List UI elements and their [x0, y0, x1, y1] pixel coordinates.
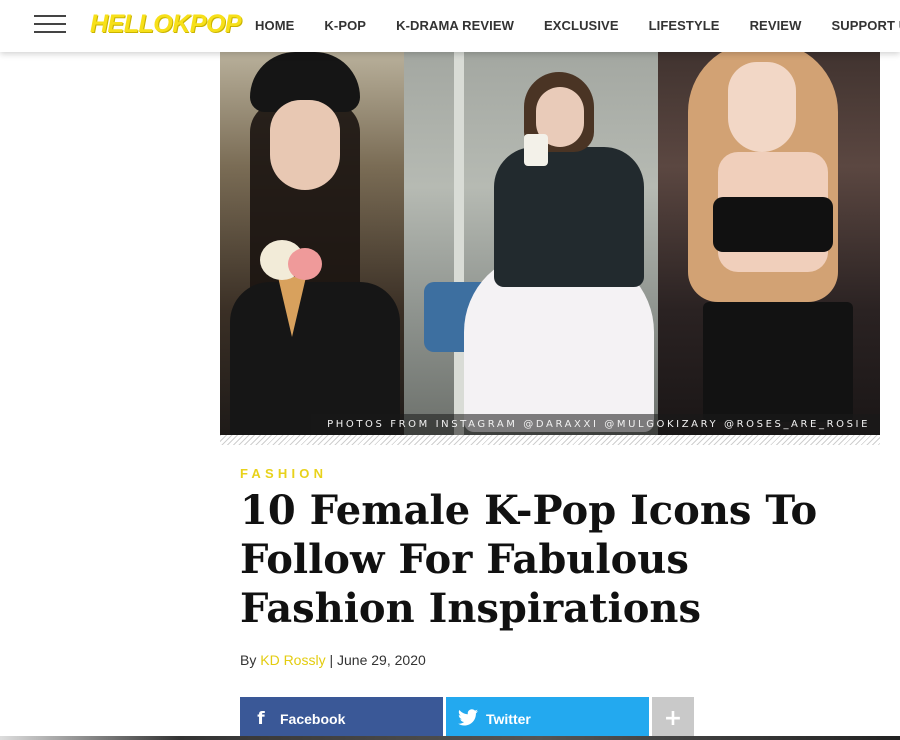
facebook-icon: f: [257, 708, 265, 729]
nav-lifestyle[interactable]: LIFESTYLE: [649, 18, 720, 34]
author-link[interactable]: KD Rossly: [260, 652, 325, 668]
twitter-share-label: Twitter: [486, 710, 531, 727]
plus-icon: +: [663, 705, 683, 731]
twitter-icon: [458, 708, 478, 729]
nav-kpop[interactable]: K-POP: [324, 18, 366, 34]
main-nav: HOME K-POP K-DRAMA REVIEW EXCLUSIVE LIFE…: [255, 18, 900, 34]
nav-home[interactable]: HOME: [255, 18, 294, 34]
facebook-share-button[interactable]: f Facebook: [240, 697, 443, 740]
nav-support-us[interactable]: SUPPORT US: [831, 18, 900, 34]
site-header: HELLOKPOP HOME K-POP K-DRAMA REVIEW EXCL…: [0, 0, 900, 52]
photo-caption: PHOTOS FROM INSTAGRAM @DARAXXI @MULGOKIZ…: [311, 414, 880, 435]
nav-exclusive[interactable]: EXCLUSIVE: [544, 18, 619, 34]
more-share-button[interactable]: +: [652, 697, 694, 740]
facebook-share-label: Facebook: [280, 710, 346, 727]
article-category[interactable]: FASHION: [240, 466, 327, 481]
image-divider: [220, 435, 880, 445]
article-byline: By KD Rossly | June 29, 2020: [240, 652, 426, 668]
hero-image: PHOTOS FROM INSTAGRAM @DARAXXI @MULGOKIZ…: [220, 22, 880, 435]
byline-prefix: By: [240, 652, 257, 668]
bottom-strip: [0, 736, 900, 740]
byline-separator: |: [329, 652, 334, 668]
article-date: June 29, 2020: [337, 652, 426, 668]
article-title: 10 Female K-Pop Icons To Follow For Fabu…: [240, 487, 818, 632]
photo-panel-1: [220, 22, 404, 435]
twitter-share-button[interactable]: Twitter: [446, 697, 649, 740]
photo-panel-3: [658, 22, 880, 435]
photo-panel-2: [404, 22, 658, 435]
nav-review[interactable]: REVIEW: [750, 18, 802, 34]
site-logo[interactable]: HELLOKPOP: [90, 10, 242, 39]
nav-kdrama-review[interactable]: K-DRAMA REVIEW: [396, 18, 514, 34]
menu-icon[interactable]: [34, 14, 66, 36]
